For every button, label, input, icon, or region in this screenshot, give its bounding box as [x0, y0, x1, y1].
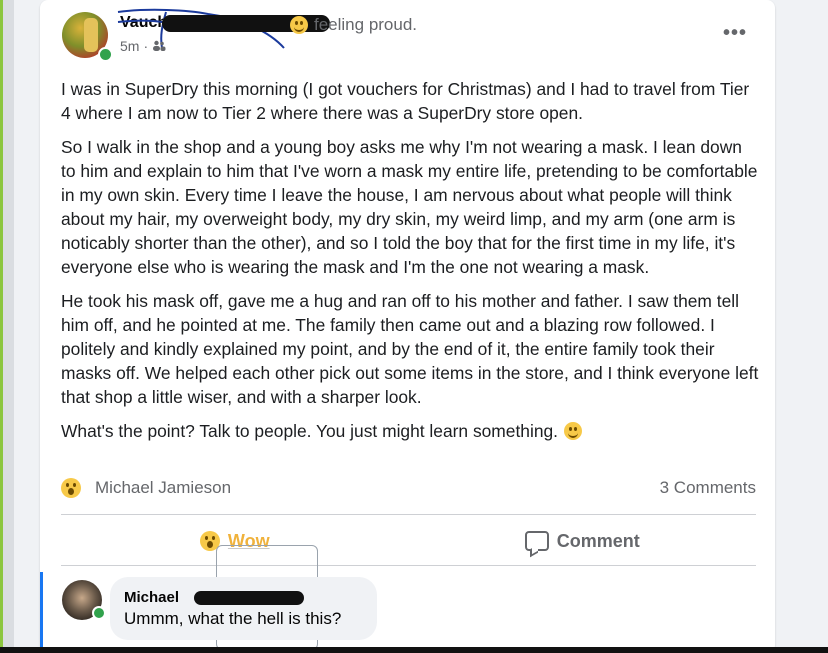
comment-button-label: Comment — [556, 530, 640, 551]
comments-count[interactable]: 3 Comments — [660, 478, 756, 498]
divider — [61, 565, 756, 566]
post-actions: Wow Comment — [61, 520, 756, 562]
reactor-name[interactable]: Michael Jamieson — [95, 478, 231, 498]
smiling-face-icon — [290, 16, 308, 34]
post-paragraph: He took his mask off, gave me a hug and … — [61, 291, 759, 407]
redacted-name-bar — [194, 591, 304, 605]
post-meta: 5m · — [120, 38, 166, 54]
comment-text: Ummm, what the hell is this? — [124, 609, 342, 628]
smiling-face-icon — [564, 422, 583, 440]
online-status-dot — [92, 606, 106, 620]
comment-thread-line — [40, 572, 43, 652]
post-timestamp[interactable]: 5m — [120, 38, 139, 54]
feeling-status: feeling proud. — [290, 15, 417, 35]
commenter-name[interactable]: Michael — [124, 589, 179, 606]
post-paragraph-text: What's the point? Talk to people. You ju… — [61, 421, 559, 441]
comment-icon — [524, 531, 549, 551]
post-body: I was in SuperDry this morning (I got vo… — [61, 77, 761, 453]
comment-bubble: Michael Ummm, what the hell is this? — [110, 577, 377, 640]
bottom-edge-bar — [0, 647, 828, 653]
wow-reaction-icon[interactable] — [61, 478, 81, 498]
post-paragraph: So I walk in the shop and a young boy as… — [61, 137, 758, 277]
left-edge-strip — [0, 0, 14, 653]
feeling-text: feeling proud. — [314, 15, 418, 34]
post-paragraph-last: What's the point? Talk to people. You ju… — [61, 419, 761, 443]
reactions-summary: Michael Jamieson 3 Comments — [61, 476, 756, 500]
post-paragraph: I was in SuperDry this morning (I got vo… — [61, 79, 750, 123]
meta-separator: · — [143, 38, 149, 54]
comment-button[interactable]: Comment — [409, 520, 757, 562]
more-options-icon[interactable]: ••• — [723, 22, 747, 45]
friends-icon[interactable] — [152, 40, 166, 52]
post-card: Vauchian feeling proud. 5m · ••• I was i… — [40, 0, 775, 653]
divider — [61, 514, 756, 515]
